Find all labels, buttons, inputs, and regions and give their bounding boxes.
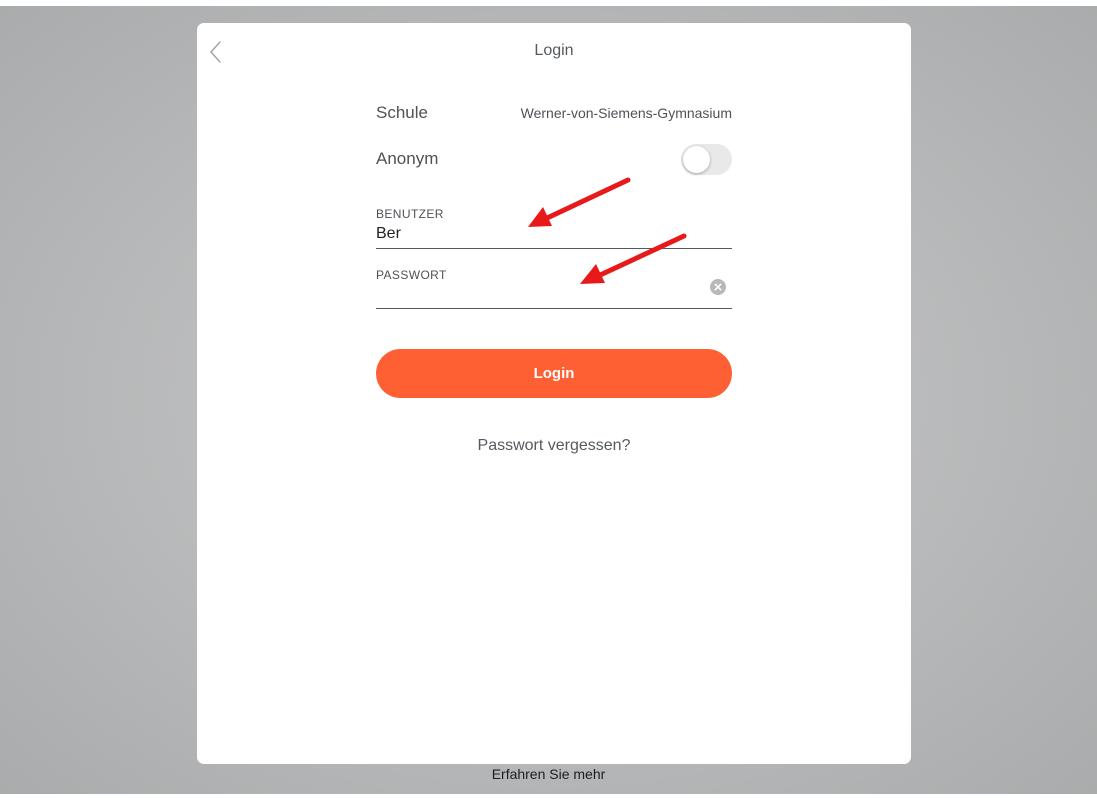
username-value[interactable]: Ber xyxy=(376,225,401,243)
top-strip xyxy=(0,0,1097,6)
login-modal: Login Schule Werner-von-Siemens-Gymnasiu… xyxy=(197,23,911,764)
password-field[interactable]: PASSWORT xyxy=(376,264,732,309)
screen: Login Schule Werner-von-Siemens-Gymnasiu… xyxy=(0,0,1097,798)
toggle-knob xyxy=(683,146,710,173)
school-label: Schule xyxy=(376,103,428,122)
password-label: PASSWORT xyxy=(376,268,447,282)
clear-icon xyxy=(714,283,722,291)
username-label: BENUTZER xyxy=(376,207,444,221)
school-value[interactable]: Werner-von-Siemens-Gymnasium xyxy=(521,105,732,121)
anonymous-toggle[interactable] xyxy=(681,144,732,175)
login-button[interactable]: Login xyxy=(376,349,732,398)
username-field[interactable]: BENUTZER Ber xyxy=(376,203,732,249)
bottom-strip xyxy=(0,794,1097,798)
clear-password-button[interactable] xyxy=(710,279,726,295)
anonymous-label: Anonym xyxy=(376,149,439,168)
modal-title: Login xyxy=(534,42,574,59)
learn-more-link[interactable]: Erfahren Sie mehr xyxy=(0,766,1097,782)
forgot-password-link[interactable]: Passwort vergessen? xyxy=(376,437,732,455)
